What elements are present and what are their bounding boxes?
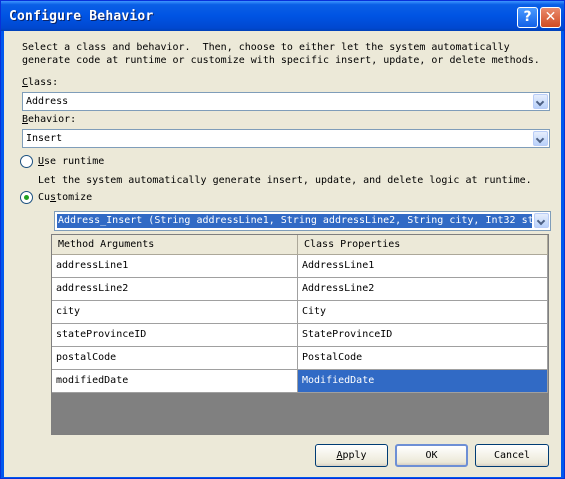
configure-behavior-dialog: Configure Behavior ? ✕ Select a class an… bbox=[0, 0, 565, 479]
argument-cell: stateProvinceID bbox=[52, 324, 298, 347]
table-row[interactable]: postalCode PostalCode bbox=[52, 347, 548, 370]
use-runtime-radio[interactable] bbox=[20, 155, 33, 168]
property-cell[interactable]: AddressLine2 bbox=[298, 278, 548, 301]
argument-cell: addressLine2 bbox=[52, 278, 298, 301]
table-row[interactable]: modifiedDate ModifiedDate bbox=[52, 370, 548, 393]
argument-cell: addressLine1 bbox=[52, 255, 298, 278]
property-cell[interactable]: AddressLine1 bbox=[298, 255, 548, 278]
behavior-value: Insert bbox=[26, 133, 63, 144]
column-header-method-arguments[interactable]: Method Arguments bbox=[52, 235, 298, 255]
use-runtime-description: Let the system automatically generate in… bbox=[38, 175, 532, 186]
grid-header: Method Arguments Class Properties bbox=[52, 235, 548, 255]
chevron-down-icon[interactable] bbox=[533, 131, 548, 146]
chevron-down-icon[interactable] bbox=[534, 213, 549, 228]
title-bar[interactable]: Configure Behavior ? ✕ bbox=[1, 1, 564, 31]
instructions-text: Select a class and behavior. Then, choos… bbox=[22, 42, 540, 66]
dialog-body: Select a class and behavior. Then, choos… bbox=[4, 31, 561, 477]
table-row[interactable]: addressLine1 AddressLine1 bbox=[52, 255, 548, 278]
argument-cell: modifiedDate bbox=[52, 370, 298, 393]
argument-cell: city bbox=[52, 301, 298, 324]
chevron-down-icon[interactable] bbox=[533, 94, 548, 109]
property-cell[interactable]: PostalCode bbox=[298, 347, 548, 370]
window-title: Configure Behavior bbox=[9, 9, 154, 24]
argument-mapping-grid: Method Arguments Class Properties addres… bbox=[51, 234, 549, 435]
class-label: Class: bbox=[22, 77, 59, 88]
help-icon[interactable]: ? bbox=[517, 7, 538, 28]
use-runtime-label[interactable]: Use runtime bbox=[38, 156, 104, 167]
behavior-label: Behavior: bbox=[22, 114, 77, 125]
ok-button[interactable]: OK bbox=[395, 444, 468, 467]
customize-label[interactable]: Customize bbox=[38, 192, 92, 203]
close-icon[interactable]: ✕ bbox=[540, 7, 561, 28]
table-row[interactable]: addressLine2 AddressLine2 bbox=[52, 278, 548, 301]
property-cell[interactable]: StateProvinceID bbox=[298, 324, 548, 347]
method-dropdown[interactable]: Address_Insert (String addressLine1, Str… bbox=[54, 211, 551, 231]
class-dropdown[interactable]: Address bbox=[22, 92, 550, 111]
method-value: Address_Insert (String addressLine1, Str… bbox=[57, 214, 532, 228]
argument-cell: postalCode bbox=[52, 347, 298, 370]
cancel-button[interactable]: Cancel bbox=[475, 444, 549, 467]
class-value: Address bbox=[26, 96, 69, 107]
table-row[interactable]: stateProvinceID StateProvinceID bbox=[52, 324, 548, 347]
column-header-class-properties[interactable]: Class Properties bbox=[298, 235, 548, 255]
customize-radio[interactable] bbox=[20, 191, 33, 204]
table-row[interactable]: city City bbox=[52, 301, 548, 324]
behavior-dropdown[interactable]: Insert bbox=[22, 129, 550, 148]
apply-button[interactable]: Apply bbox=[315, 444, 388, 467]
property-cell-selected[interactable]: ModifiedDate bbox=[298, 370, 548, 393]
property-cell[interactable]: City bbox=[298, 301, 548, 324]
